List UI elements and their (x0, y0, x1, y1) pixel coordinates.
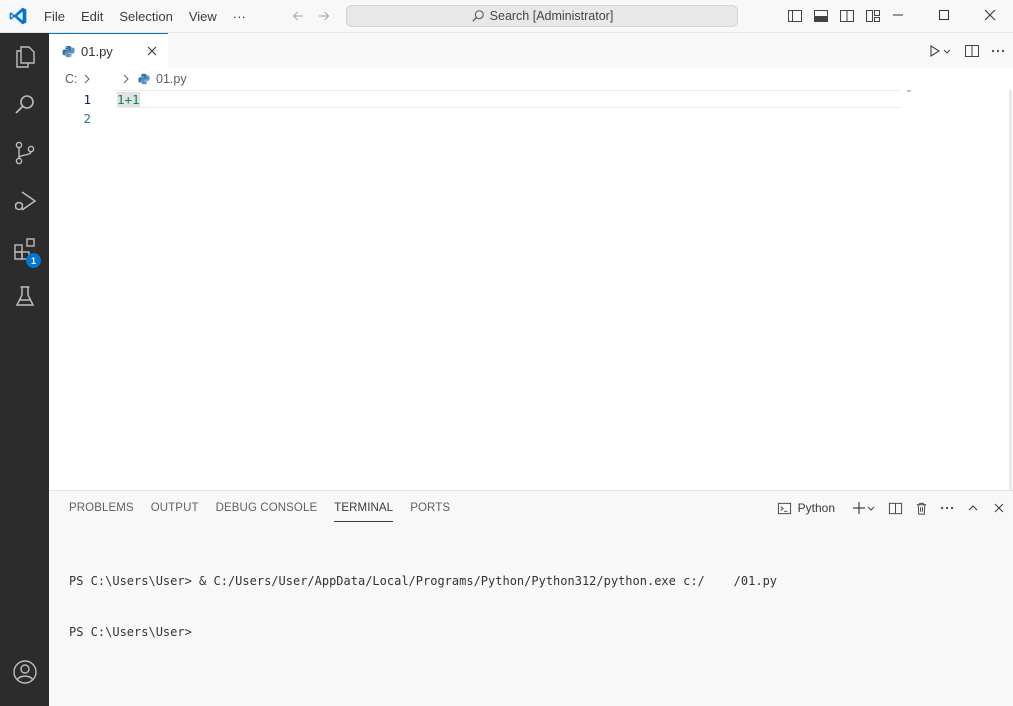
close-tab-icon[interactable] (144, 43, 160, 59)
menu-edit[interactable]: Edit (73, 0, 111, 33)
breadcrumb-drive-label: C: (65, 72, 78, 86)
split-terminal-button[interactable] (885, 498, 905, 518)
search-icon (471, 10, 484, 22)
maximize-button[interactable] (921, 0, 967, 30)
explorer-button[interactable] (0, 33, 49, 81)
account-icon (12, 660, 37, 684)
back-arrow-icon[interactable] (290, 8, 306, 24)
code-line-1: 1+1 (117, 90, 140, 109)
menu-view[interactable]: View (181, 0, 225, 33)
extensions-button[interactable]: 1 (0, 225, 49, 273)
kill-terminal-button[interactable] (911, 498, 931, 518)
files-icon (15, 46, 35, 68)
more-actions-button[interactable] (987, 40, 1009, 62)
menu-selection[interactable]: Selection (111, 0, 180, 33)
minimap-marker (907, 90, 911, 92)
line-number-1: 1 (83, 92, 91, 107)
terminal-line-2: PS C:\Users\User> (69, 625, 192, 639)
layout-controls (786, 7, 882, 25)
ellipsis-icon (940, 506, 954, 510)
run-debug-icon (14, 191, 36, 211)
toggle-primary-sidebar-icon[interactable] (786, 7, 804, 25)
terminal-selector[interactable]: Python (777, 501, 835, 516)
current-line-highlight (115, 90, 901, 108)
maximize-panel-button[interactable] (963, 498, 983, 518)
command-center-search[interactable]: Search [Administrator] (346, 5, 738, 27)
tab-terminal[interactable]: TERMINAL (334, 491, 403, 526)
chevron-right-icon (123, 74, 129, 84)
panel-tabs: PROBLEMS OUTPUT DEBUG CONSOLE TERMINAL P… (69, 491, 467, 526)
chevron-up-icon (968, 505, 978, 511)
window-controls (875, 0, 1013, 33)
breadcrumb-drive[interactable]: C: (65, 72, 94, 86)
minimize-icon (893, 14, 903, 16)
search-icon (14, 95, 34, 114)
panel-more-actions-button[interactable] (937, 498, 957, 518)
editor-actions (923, 33, 1013, 68)
new-terminal-button[interactable] (849, 498, 879, 518)
trash-icon (916, 502, 926, 515)
bottom-panel: PROBLEMS OUTPUT DEBUG CONSOLE TERMINAL P… (49, 490, 1013, 706)
search-view-button[interactable] (0, 81, 49, 129)
python-file-icon (138, 73, 150, 85)
minimize-button[interactable] (875, 0, 921, 30)
tab-label: 01.py (81, 43, 113, 59)
chevron-down-icon (867, 506, 875, 511)
editor-scrollbar[interactable] (1009, 90, 1012, 490)
source-control-icon (15, 141, 34, 165)
tab-ports[interactable]: PORTS (410, 491, 460, 526)
terminal-icon (777, 502, 791, 514)
menu-file[interactable]: File (36, 0, 73, 33)
close-icon (984, 9, 996, 21)
ellipsis-icon (991, 49, 1005, 52)
split-editor-icon (965, 44, 979, 57)
search-label: Search [Administrator] (489, 9, 614, 23)
toggle-secondary-sidebar-icon[interactable] (838, 7, 856, 25)
line-number-2: 2 (83, 111, 91, 126)
chevron-down-icon (943, 49, 951, 54)
activity-bar: 1 (0, 33, 49, 706)
tab-01-py[interactable]: 01.py (49, 33, 168, 68)
tab-problems[interactable]: PROBLEMS (69, 491, 144, 526)
plus-icon (853, 502, 865, 514)
navigation-arrows (290, 8, 332, 24)
breadcrumb: C: 01.py (49, 68, 1013, 90)
terminal-line-1: PS C:\Users\User> & C:/Users/User/AppDat… (69, 574, 778, 588)
play-icon (930, 44, 941, 57)
chevron-right-icon (84, 74, 90, 84)
code-editor[interactable]: 1 2 1+1 (49, 90, 1013, 490)
breadcrumb-file[interactable]: 01.py (119, 72, 187, 86)
code-line-1-text: 1+1 (117, 92, 140, 107)
tab-output[interactable]: OUTPUT (151, 491, 209, 526)
run-debug-button[interactable] (0, 177, 49, 225)
flask-icon (15, 286, 34, 306)
close-window-button[interactable] (967, 0, 1013, 30)
toggle-panel-icon[interactable] (812, 7, 830, 25)
split-editor-button[interactable] (961, 40, 983, 62)
close-icon (994, 503, 1004, 513)
close-panel-button[interactable] (989, 498, 1009, 518)
title-bar: File Edit Selection View ··· Search [Adm… (0, 0, 1013, 33)
extensions-badge: 1 (26, 253, 41, 268)
tab-debug-console[interactable]: DEBUG CONSOLE (216, 491, 328, 526)
run-python-file-button[interactable] (923, 40, 957, 62)
split-terminal-icon (888, 502, 902, 514)
terminal-name: Python (797, 501, 835, 515)
terminal-output[interactable]: PS C:\Users\User> & C:/Users/User/AppDat… (69, 539, 777, 675)
forward-arrow-icon[interactable] (316, 8, 332, 24)
panel-actions: Python (777, 497, 1009, 519)
testing-button[interactable] (0, 273, 49, 321)
menu-bar: File Edit Selection View ··· (36, 0, 254, 33)
editor-tabs-bar: 01.py (49, 33, 1013, 68)
python-file-icon (62, 45, 75, 57)
menu-more[interactable]: ··· (225, 0, 254, 33)
maximize-icon (939, 10, 949, 20)
breadcrumb-file-label: 01.py (156, 72, 187, 86)
vscode-logo-icon (9, 7, 27, 25)
source-control-button[interactable] (0, 129, 49, 177)
accounts-button[interactable] (0, 648, 49, 696)
